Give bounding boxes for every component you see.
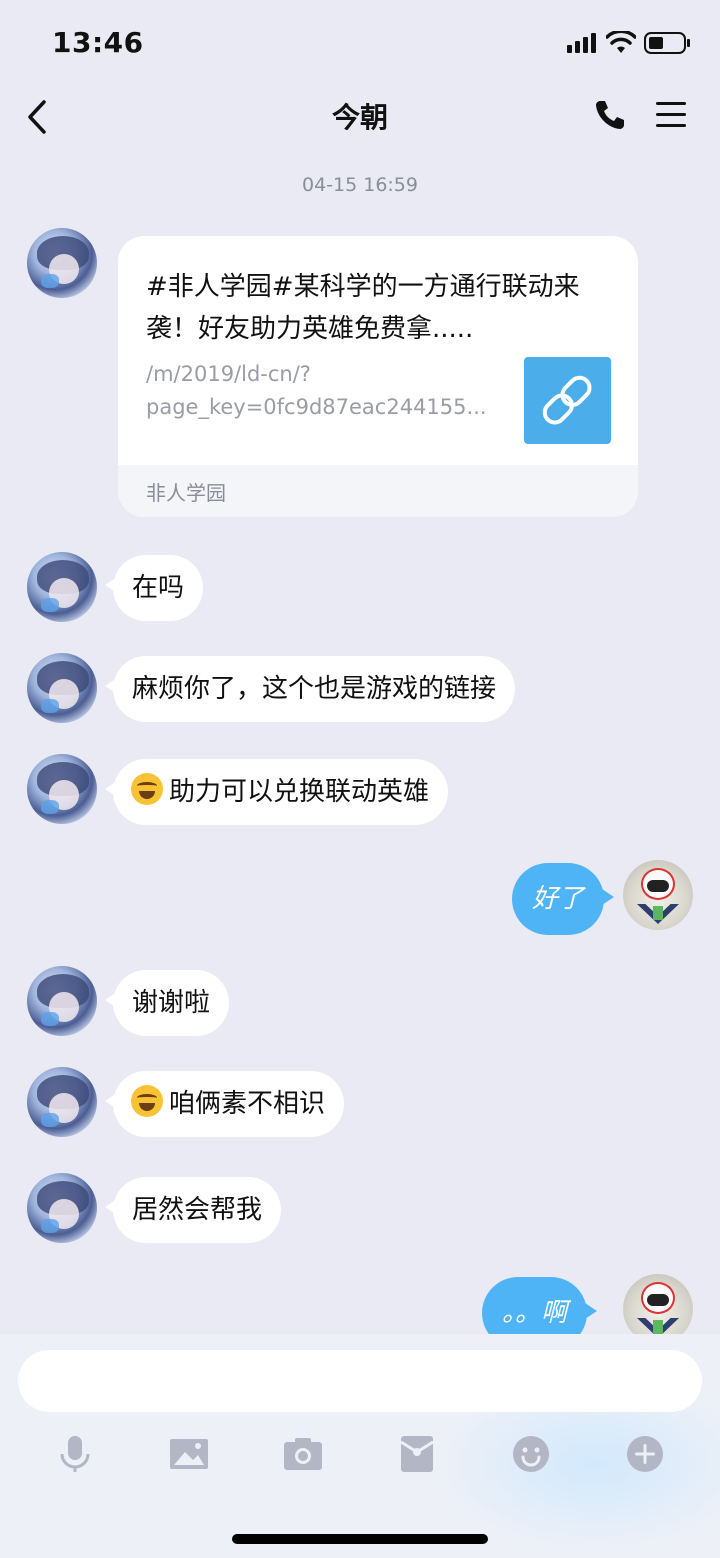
message-bubble-incoming[interactable]: 居然会帮我: [104, 1177, 282, 1243]
tears-of-joy-emoji-icon: [131, 773, 163, 805]
message-input[interactable]: [18, 1350, 702, 1412]
message-bubble-incoming[interactable]: 谢谢啦: [104, 970, 230, 1036]
camera-icon[interactable]: [283, 1434, 323, 1474]
message-text: 。。啊: [502, 1298, 568, 1328]
message-text: 在吗: [132, 573, 185, 603]
status-bar: 13:46: [0, 0, 720, 80]
wifi-icon: [606, 31, 636, 53]
phone-icon[interactable]: [593, 98, 627, 132]
contact-avatar[interactable]: [27, 1173, 97, 1243]
message-bubble-incoming[interactable]: 助力可以兑换联动英雄: [104, 759, 449, 825]
contact-avatar[interactable]: [27, 228, 97, 298]
message-text: 麻烦你了，这个也是游戏的链接: [132, 674, 497, 704]
status-time: 13:46: [52, 26, 144, 59]
link-title: #非人学园#某科学的一方通行联动来袭！好友助力英雄免费拿.....: [146, 272, 580, 344]
message-text: 助力可以兑换联动英雄: [169, 777, 430, 807]
message-text: 谢谢啦: [132, 988, 211, 1018]
link-url: /m/2019/ld-cn/? page_key=0fc9d87eac24415…: [146, 362, 487, 419]
home-indicator[interactable]: [232, 1534, 488, 1544]
image-icon[interactable]: [169, 1434, 209, 1474]
message-bubble-incoming[interactable]: 咱俩素不相识: [104, 1071, 345, 1137]
menu-icon[interactable]: [654, 100, 688, 130]
my-avatar[interactable]: [623, 860, 693, 930]
emoji-icon[interactable]: [511, 1434, 551, 1474]
shared-link-card[interactable]: #非人学园#某科学的一方通行联动来袭！好友助力英雄免费拿..... /m/201…: [118, 236, 638, 517]
tears-of-joy-emoji-icon: [131, 1085, 163, 1117]
message-text: 居然会帮我: [132, 1195, 263, 1225]
link-source-bar: 非人学园: [118, 465, 638, 517]
plus-icon[interactable]: [625, 1434, 665, 1474]
contact-avatar[interactable]: [27, 552, 97, 622]
message-timestamp: 04-15 16:59: [301, 174, 418, 196]
link-chain-icon: [542, 375, 592, 425]
message-text: 咱俩素不相识: [169, 1089, 326, 1119]
link-thumbnail: [524, 357, 611, 444]
composer: [0, 1334, 720, 1558]
contact-avatar[interactable]: [27, 966, 97, 1036]
contact-avatar[interactable]: [27, 1067, 97, 1137]
microphone-icon[interactable]: [55, 1434, 95, 1474]
message-bubble-incoming[interactable]: 麻烦你了，这个也是游戏的链接: [104, 656, 516, 722]
cellular-signal-icon: [567, 33, 596, 53]
chat-header: 今朝: [0, 80, 720, 154]
contact-avatar[interactable]: [27, 754, 97, 824]
contact-avatar[interactable]: [27, 653, 97, 723]
battery-icon: [644, 32, 690, 54]
link-source-name: 非人学园: [146, 481, 226, 505]
message-bubble-outgoing[interactable]: 好了: [512, 863, 615, 935]
message-text: 好了: [532, 884, 585, 914]
message-bubble-incoming[interactable]: 在吗: [104, 555, 204, 621]
red-packet-icon[interactable]: [397, 1434, 437, 1474]
